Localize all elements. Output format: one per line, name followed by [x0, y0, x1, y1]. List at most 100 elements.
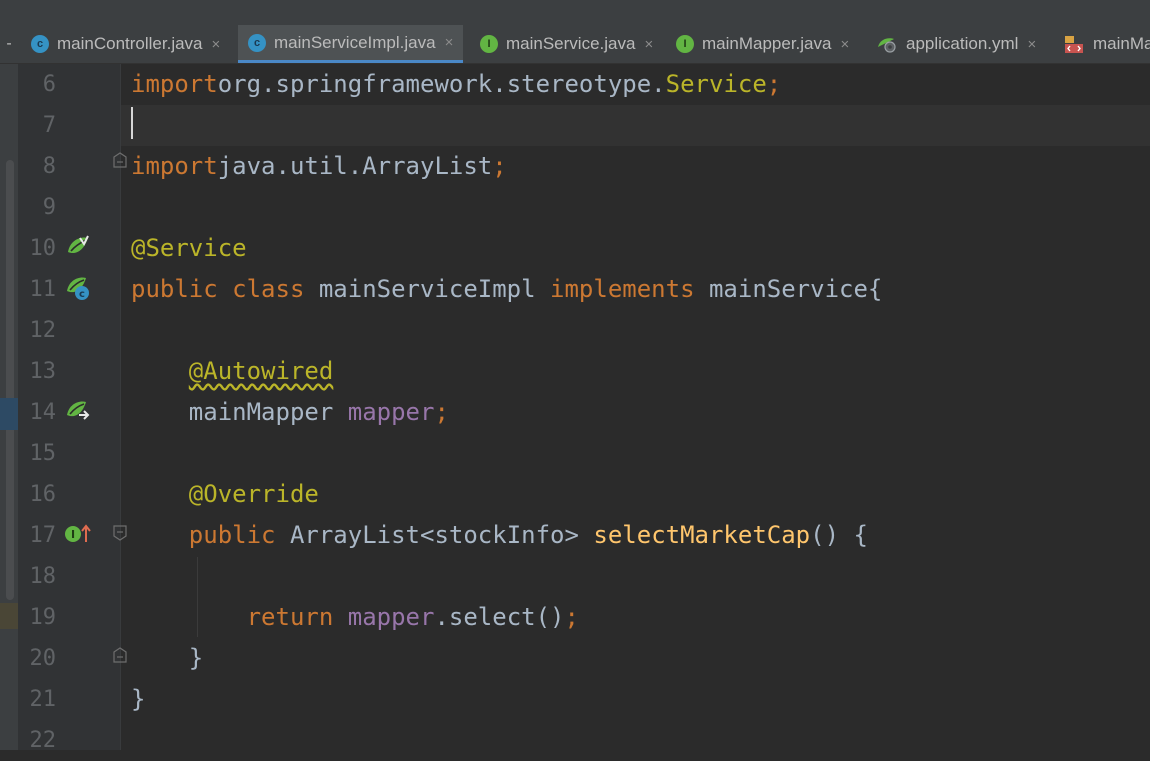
current-line-highlight	[121, 105, 1150, 146]
class-icon: c	[31, 35, 49, 53]
code-token: () {	[810, 521, 868, 549]
code-token: java.util.ArrayList	[217, 152, 493, 180]
tab-main-mapper[interactable]: I mainMapper.java ×	[676, 25, 849, 63]
code-line[interactable]: }	[131, 638, 203, 679]
tab-main-mapper-xml[interactable]: mainMa	[1063, 25, 1150, 63]
close-icon[interactable]: ×	[644, 36, 653, 53]
tab-label: mainServiceImpl.java	[274, 32, 436, 52]
spring-bean-class-icon[interactable]: c	[65, 275, 89, 300]
svg-text:c: c	[79, 289, 85, 300]
line-number: 10	[29, 236, 57, 261]
svg-text:I: I	[71, 528, 75, 541]
line-number: 22	[29, 728, 57, 753]
tab-label: mainMa	[1093, 34, 1150, 53]
tab-overflow-indicator[interactable]: -	[0, 25, 18, 63]
close-icon[interactable]: ×	[840, 36, 849, 53]
change-marker	[0, 603, 18, 629]
tab-label: mainController.java	[57, 34, 203, 53]
code-token: mapper	[347, 603, 435, 631]
line-number: 17	[29, 523, 57, 548]
code-token: ;	[564, 603, 579, 631]
fold-marker-icon[interactable]	[113, 647, 127, 663]
tab-main-service[interactable]: I mainService.java ×	[480, 25, 653, 63]
code-token: @Autowired	[188, 357, 334, 385]
code-token: import	[131, 70, 218, 98]
scrollbar-thumb[interactable]	[6, 160, 14, 600]
code-token: org.springframework.stereotype.	[217, 70, 666, 98]
code-token: @Override	[188, 480, 319, 508]
code-token: mainServiceImpl	[304, 275, 551, 303]
text-caret	[131, 107, 133, 139]
close-icon[interactable]: ×	[1027, 36, 1036, 53]
code-token: @Service	[131, 234, 247, 262]
code-token: import	[131, 152, 218, 180]
code-line[interactable]: return mapper.select();	[131, 597, 579, 638]
code-line[interactable]: public ArrayList<stockInfo> selectMarket…	[131, 515, 868, 556]
code-token: }	[131, 685, 146, 713]
code-line[interactable]: importjava.util.ArrayList;	[131, 146, 507, 187]
fold-marker-icon[interactable]	[113, 525, 127, 541]
code-line[interactable]: mainMapper mapper;	[131, 392, 449, 433]
window-top-strip	[0, 0, 1150, 25]
close-icon[interactable]: ×	[445, 34, 454, 51]
bookmark-marker	[0, 398, 18, 430]
tab-application-yml[interactable]: application.yml ×	[876, 25, 1036, 63]
line-number: 12	[29, 318, 57, 343]
code-line[interactable]: importorg.springframework.stereotype.Ser…	[131, 64, 781, 105]
code-token: return	[246, 603, 334, 631]
line-number: 20	[29, 646, 57, 671]
tab-main-service-impl[interactable]: c mainServiceImpl.java ×	[238, 25, 464, 63]
code-token: ArrayList<stockInfo>	[275, 521, 594, 549]
tab-label: application.yml	[906, 34, 1019, 53]
class-icon: c	[248, 33, 266, 52]
autowired-navigate-icon[interactable]	[65, 398, 90, 422]
line-number: 11	[29, 277, 57, 302]
code-token: mapper	[347, 398, 435, 426]
code-token: }	[131, 644, 204, 672]
line-number: 8	[42, 154, 56, 179]
code-token: implements	[550, 275, 695, 303]
tab-label: mainMapper.java	[702, 34, 832, 53]
code-line[interactable]: @Override	[131, 474, 319, 515]
editor-tab-bar: - c mainController.java × c mainServiceI…	[0, 25, 1150, 64]
code-token: .select()	[434, 603, 565, 631]
line-number: 19	[29, 605, 57, 630]
code-token: selectMarketCap	[593, 521, 811, 549]
line-number: 16	[29, 482, 57, 507]
line-number: 15	[29, 441, 57, 466]
code-token: Service	[665, 70, 767, 98]
line-number: 14	[29, 400, 57, 425]
implements-method-icon[interactable]: I	[64, 522, 91, 546]
code-token: ;	[434, 398, 449, 426]
code-token: public class	[131, 275, 305, 303]
line-number: 9	[42, 195, 56, 220]
code-line[interactable]: @Service	[131, 228, 247, 269]
interface-icon: I	[480, 35, 498, 53]
yml-icon	[876, 35, 898, 53]
code-line[interactable]: public class mainServiceImpl implements …	[131, 269, 882, 310]
code-token: ;	[766, 70, 782, 98]
xml-icon	[1063, 34, 1085, 54]
code-token: ;	[492, 152, 507, 180]
fold-marker-icon[interactable]	[113, 152, 127, 168]
line-number: 13	[29, 359, 57, 384]
code-line[interactable]: }	[131, 679, 145, 720]
code-token: public	[188, 521, 276, 549]
code-token: mainMapper	[131, 398, 348, 426]
line-number: 6	[42, 72, 56, 97]
code-line[interactable]: @Autowired	[131, 351, 334, 392]
line-number: 21	[29, 687, 57, 712]
tab-label: mainService.java	[506, 34, 636, 53]
spring-bean-icon[interactable]	[65, 234, 89, 258]
tab-main-controller[interactable]: c mainController.java ×	[31, 25, 220, 63]
code-token: mainService{	[694, 275, 883, 303]
interface-icon: I	[676, 35, 694, 53]
close-icon[interactable]: ×	[212, 36, 221, 53]
line-number: 18	[29, 564, 57, 589]
line-number: 7	[42, 113, 56, 138]
